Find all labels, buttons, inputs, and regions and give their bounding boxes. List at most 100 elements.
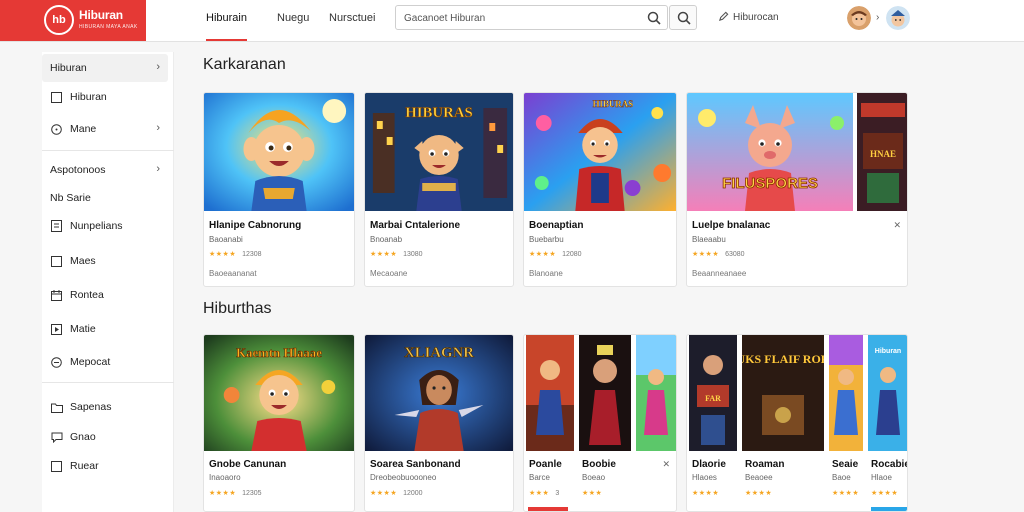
card-subtitle: Beaoee (745, 473, 773, 482)
card-subtitle: Dreobeobuoooneo (370, 473, 437, 482)
rating-stars: ★★★★ (871, 489, 898, 497)
game-card[interactable]: FAR BRUKS FLAIF RORAE Hiburan Dlaorie Hl… (686, 334, 908, 512)
game-thumbnail: Kaemtn Hlaaae (204, 335, 354, 451)
search-box (395, 5, 668, 30)
rating-count: 12080 (562, 251, 582, 258)
rating-stars: ★★★★ (745, 489, 772, 497)
sidebar-item-label: Nunpelians (70, 220, 123, 232)
section-title-1: Karkaranan (203, 56, 286, 73)
logo-name: Hiburan (79, 8, 123, 22)
game-card[interactable]: Kaemtn Hlaaae Gnobe Canunan Inaoaoro ★★★… (203, 334, 355, 512)
sidebar-item-label: Nb Sarie (50, 192, 91, 204)
logo-tagline: HIBURAN MAYA ANAK (79, 24, 138, 30)
star-icon: ★★★★ (871, 490, 899, 497)
star-icon: ★★★ (529, 490, 550, 497)
sidebar-item-hiburan[interactable]: Hiburan › (42, 54, 168, 82)
avatar[interactable] (847, 6, 871, 30)
card-title: Boobie (582, 459, 616, 470)
avatar-secondary[interactable] (886, 6, 910, 30)
sidebar-item-maes[interactable]: Maes (42, 247, 168, 275)
game-card[interactable]: Hlanipe Cabnorung Baoanabi ★★★★ 12308 Bao… (203, 92, 355, 287)
card-subtitle: Boeao (582, 473, 606, 482)
game-card[interactable]: HIBURAS Marbai Cntalerione Bnoanab ★★★★ 1… (364, 92, 514, 287)
game-thumbnail (204, 93, 354, 211)
avatar-image (886, 6, 910, 30)
card-title: Boenaptian (529, 220, 584, 231)
close-icon[interactable]: ✕ (662, 459, 670, 470)
game-thumbnail (526, 335, 574, 451)
rating-count: 3 (555, 490, 560, 497)
card-subtitle: Barce (529, 473, 550, 482)
nav-tab-3[interactable]: Nursctuei (329, 0, 375, 41)
game-thumbnail: FAR (689, 335, 737, 451)
game-card[interactable]: Poanle Barce ★★★ 3 Boobie Boeao ★★★ ✕ (523, 334, 677, 512)
sidebar-item-label: Gnao (70, 431, 96, 443)
brand-logo[interactable]: hb Hiburan HIBURAN MAYA ANAK (0, 0, 146, 41)
rating-stars: ★★★★ 13080 (370, 250, 423, 258)
search-button[interactable] (669, 5, 697, 30)
rating-stars: ★★★ 3 (529, 489, 559, 497)
poster-title: BRUKS FLAIF RORAE (742, 352, 824, 366)
square-icon (50, 91, 63, 104)
sidebar-item-label: Aspotonoos (50, 164, 106, 176)
game-thumbnail: Hiburan (868, 335, 907, 451)
card-subtitle: Buebarbu (529, 235, 564, 244)
circle-icon (50, 356, 63, 369)
game-thumbnail (829, 335, 863, 451)
rating-stars: ★★★★ 63080 (692, 250, 745, 258)
game-thumbnail: HNAE (857, 93, 907, 211)
sidebar-item-matie[interactable]: Matie (42, 315, 168, 343)
rating-stars: ★★★★ 12000 (370, 489, 423, 497)
card-subtitle: Blaeaabu (692, 235, 726, 244)
sidebar-item-nb-sarie[interactable]: Nb Sarie (42, 184, 168, 212)
sidebar-divider (42, 382, 174, 383)
search-icon[interactable] (646, 10, 662, 26)
rating-stars: ★★★★ 12080 (529, 250, 582, 258)
star-icon: ★★★★ (745, 490, 773, 497)
star-icon: ★★★★ (370, 490, 398, 497)
square-icon (50, 460, 63, 473)
card-subtitle: Baoanabi (209, 235, 243, 244)
search-icon (677, 11, 691, 25)
chevron-right-icon: › (156, 163, 160, 175)
sidebar-divider (42, 150, 174, 151)
close-icon[interactable]: ✕ (893, 220, 901, 231)
star-icon: ★★★★ (370, 251, 398, 258)
nav-tab-home[interactable]: Hiburain (206, 0, 247, 41)
card-title: Roaman (745, 459, 785, 470)
rating-count: 12000 (403, 490, 423, 497)
sidebar-item-mepocat[interactable]: Mepocat (42, 348, 168, 376)
card-subtitle: Baoe (832, 473, 851, 482)
sidebar-item-ruear[interactable]: Ruear (42, 452, 168, 480)
doc-icon (50, 220, 63, 233)
card-meta: Blanoane (529, 269, 563, 278)
sidebar-item-label: Mepocat (70, 356, 111, 368)
search-input[interactable] (404, 9, 644, 27)
game-card[interactable]: XLIAGNR Soarea Sanbonand Dreobeobuoooneo… (364, 334, 514, 512)
card-subtitle: Hlaoes (692, 473, 717, 482)
poster-title: Hiburan (875, 348, 901, 355)
sidebar-item-sapenas[interactable]: Sapenas (42, 393, 168, 421)
nav-tab-2[interactable]: Nuegu (277, 0, 309, 41)
sidebar-item-nunpelians[interactable]: Nunpelians (42, 212, 168, 240)
game-thumbnail: BRUKS FLAIF RORAE (742, 335, 824, 451)
star-icon: ★★★ (582, 490, 603, 497)
chevron-right-icon[interactable]: › (876, 12, 879, 23)
folder-icon (50, 401, 63, 414)
logo-badge: hb (44, 5, 74, 35)
sidebar-item-aspotonoos[interactable]: Aspotonoos › (42, 156, 168, 184)
sidebar-item-label: Mane (70, 123, 97, 135)
sidebar-item-mane[interactable]: Mane › (42, 115, 168, 143)
rating-stars: ★★★★ (832, 489, 859, 497)
sidebar-item-rontea[interactable]: Rontea (42, 281, 168, 309)
upload-link[interactable]: Hiburocan (718, 11, 779, 23)
sidebar: Hiburan › Hiburan Mane › Aspotonoos › Nb… (42, 52, 174, 512)
sidebar-item-label: Ruear (70, 460, 99, 472)
game-card[interactable]: FILUSPORES HNAE Luelpe bnalanac Blaeaabu… (686, 92, 908, 287)
sidebar-item-gnao[interactable]: Gnao (42, 423, 168, 451)
sidebar-item-label: Maes (70, 255, 96, 267)
star-icon: ★★★★ (529, 251, 557, 258)
game-card[interactable]: HIBURAS Boenaptian Buebarbu ★★★★ 12080 Bl… (523, 92, 677, 287)
calendar-icon (50, 289, 63, 302)
sidebar-item-hiburan-2[interactable]: Hiburan (42, 83, 168, 111)
